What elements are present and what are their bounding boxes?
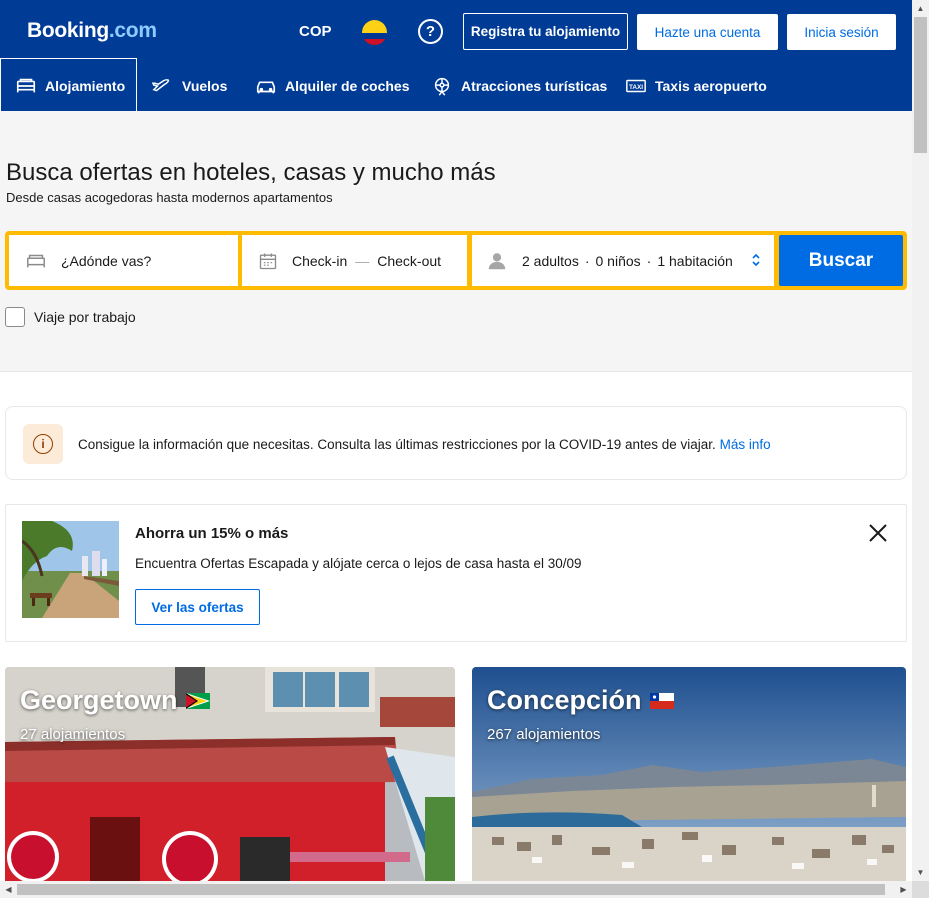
nav-tab-label: Taxis aeropuerto xyxy=(655,77,767,94)
more-info-link[interactable]: Más info xyxy=(720,437,771,452)
plane-icon xyxy=(152,78,170,91)
destination-input[interactable]: ¿Adónde vas? xyxy=(9,235,238,286)
horizontal-scroll-thumb[interactable] xyxy=(17,884,885,895)
business-trip-label: Viaje por trabajo xyxy=(34,309,136,325)
register-button[interactable]: Hazte una cuenta xyxy=(637,14,778,50)
date-picker[interactable]: Check-in — Check-out xyxy=(242,235,467,286)
checkout-label: Check-out xyxy=(377,252,442,269)
language-flag-icon[interactable] xyxy=(362,20,387,45)
checkin-label: Check-in xyxy=(292,252,348,269)
person-icon xyxy=(488,252,506,269)
currency-selector[interactable]: COP xyxy=(299,23,332,40)
car-icon xyxy=(256,81,276,93)
nav-tab-airport-taxis[interactable]: TAXI Taxis aeropuerto xyxy=(625,60,767,111)
list-property-button[interactable]: Registra tu alojamiento xyxy=(463,13,628,50)
destination-name: Georgetown xyxy=(20,685,178,715)
nav-tab-label: Atracciones turísticas xyxy=(461,77,608,94)
info-text: Consigue la información que necesitas. C… xyxy=(78,437,771,452)
active-tab-indicator xyxy=(0,58,137,111)
guyana-flag-icon xyxy=(185,692,210,709)
page-subtitle: Desde casas acogedoras hasta modernos ap… xyxy=(6,190,333,205)
taxi-icon: TAXI xyxy=(626,79,646,92)
chevron-updown-icon xyxy=(752,253,760,267)
scroll-left-arrow-icon[interactable]: ◀ xyxy=(0,881,17,898)
scroll-up-arrow-icon[interactable]: ▲ xyxy=(912,0,929,17)
page-title: Busca ofertas en hoteles, casas y mucho … xyxy=(6,159,496,186)
business-trip-option[interactable]: Viaje por trabajo xyxy=(5,307,136,327)
destination-placeholder: ¿Adónde vas? xyxy=(61,252,152,269)
adults-count: 2 adultos xyxy=(522,252,579,269)
scroll-down-arrow-icon[interactable]: ▼ xyxy=(912,864,929,881)
search-bar: ¿Adónde vas? Check-in — Check-out 2 adulto… xyxy=(5,231,907,290)
destination-count: 267 alojamientos xyxy=(487,726,601,743)
chile-flag-icon xyxy=(649,692,674,709)
promo-text: Encuentra Ofertas Escapada y alójate cer… xyxy=(135,556,582,571)
promo-title: Ahorra un 15% o más xyxy=(135,525,289,542)
business-trip-checkbox[interactable] xyxy=(5,307,25,327)
search-button[interactable]: Buscar xyxy=(779,235,903,286)
bed-icon xyxy=(27,254,45,267)
vertical-scroll-thumb[interactable] xyxy=(914,17,927,153)
scroll-right-arrow-icon[interactable]: ▶ xyxy=(895,881,912,898)
calendar-icon xyxy=(259,253,277,269)
rooms-count: 1 habitación xyxy=(657,252,733,269)
nav-tab-label: Alquiler de coches xyxy=(285,77,410,94)
view-offers-button[interactable]: Ver las ofertas xyxy=(135,589,260,625)
info-icon: i xyxy=(23,424,63,464)
nav-tab-label: Vuelos xyxy=(182,77,228,94)
horizontal-scrollbar[interactable]: ◀ ▶ xyxy=(0,881,912,898)
nav-tab-car-rental[interactable]: Alquiler de coches xyxy=(255,60,409,111)
login-button[interactable]: Inicia sesión xyxy=(787,14,896,50)
help-icon[interactable]: ? xyxy=(418,19,443,44)
children-count: 0 niños xyxy=(595,252,641,269)
attractions-icon xyxy=(434,77,450,96)
covid-info-banner: i Consigue la información que necesitas.… xyxy=(5,406,907,480)
destination-count: 27 alojamientos xyxy=(20,726,126,743)
nav-tab-flights[interactable]: Vuelos xyxy=(152,60,227,111)
destination-name: Concepción xyxy=(487,685,642,715)
destination-card-concepcion[interactable]: Concepción 267 alojamientos xyxy=(472,667,906,881)
svg-text:TAXI: TAXI xyxy=(629,83,643,90)
booking-logo[interactable]: Booking.com xyxy=(27,19,157,43)
close-icon[interactable] xyxy=(868,523,888,543)
scrollbar-corner xyxy=(912,881,929,898)
site-header: Booking.com COP ? Registra tu alojamient… xyxy=(0,0,912,111)
vertical-scrollbar[interactable]: ▲ ▼ xyxy=(912,0,929,881)
nav-tab-attractions[interactable]: Atracciones turísticas xyxy=(431,60,607,111)
destination-card-georgetown[interactable]: Georgetown 27 alojamientos xyxy=(5,667,455,881)
guests-selector[interactable]: 2 adultos · 0 niños · 1 habitación xyxy=(472,235,774,286)
promo-image xyxy=(22,521,119,618)
promo-banner: Ahorra un 15% o más Encuentra Ofertas Es… xyxy=(5,504,907,642)
